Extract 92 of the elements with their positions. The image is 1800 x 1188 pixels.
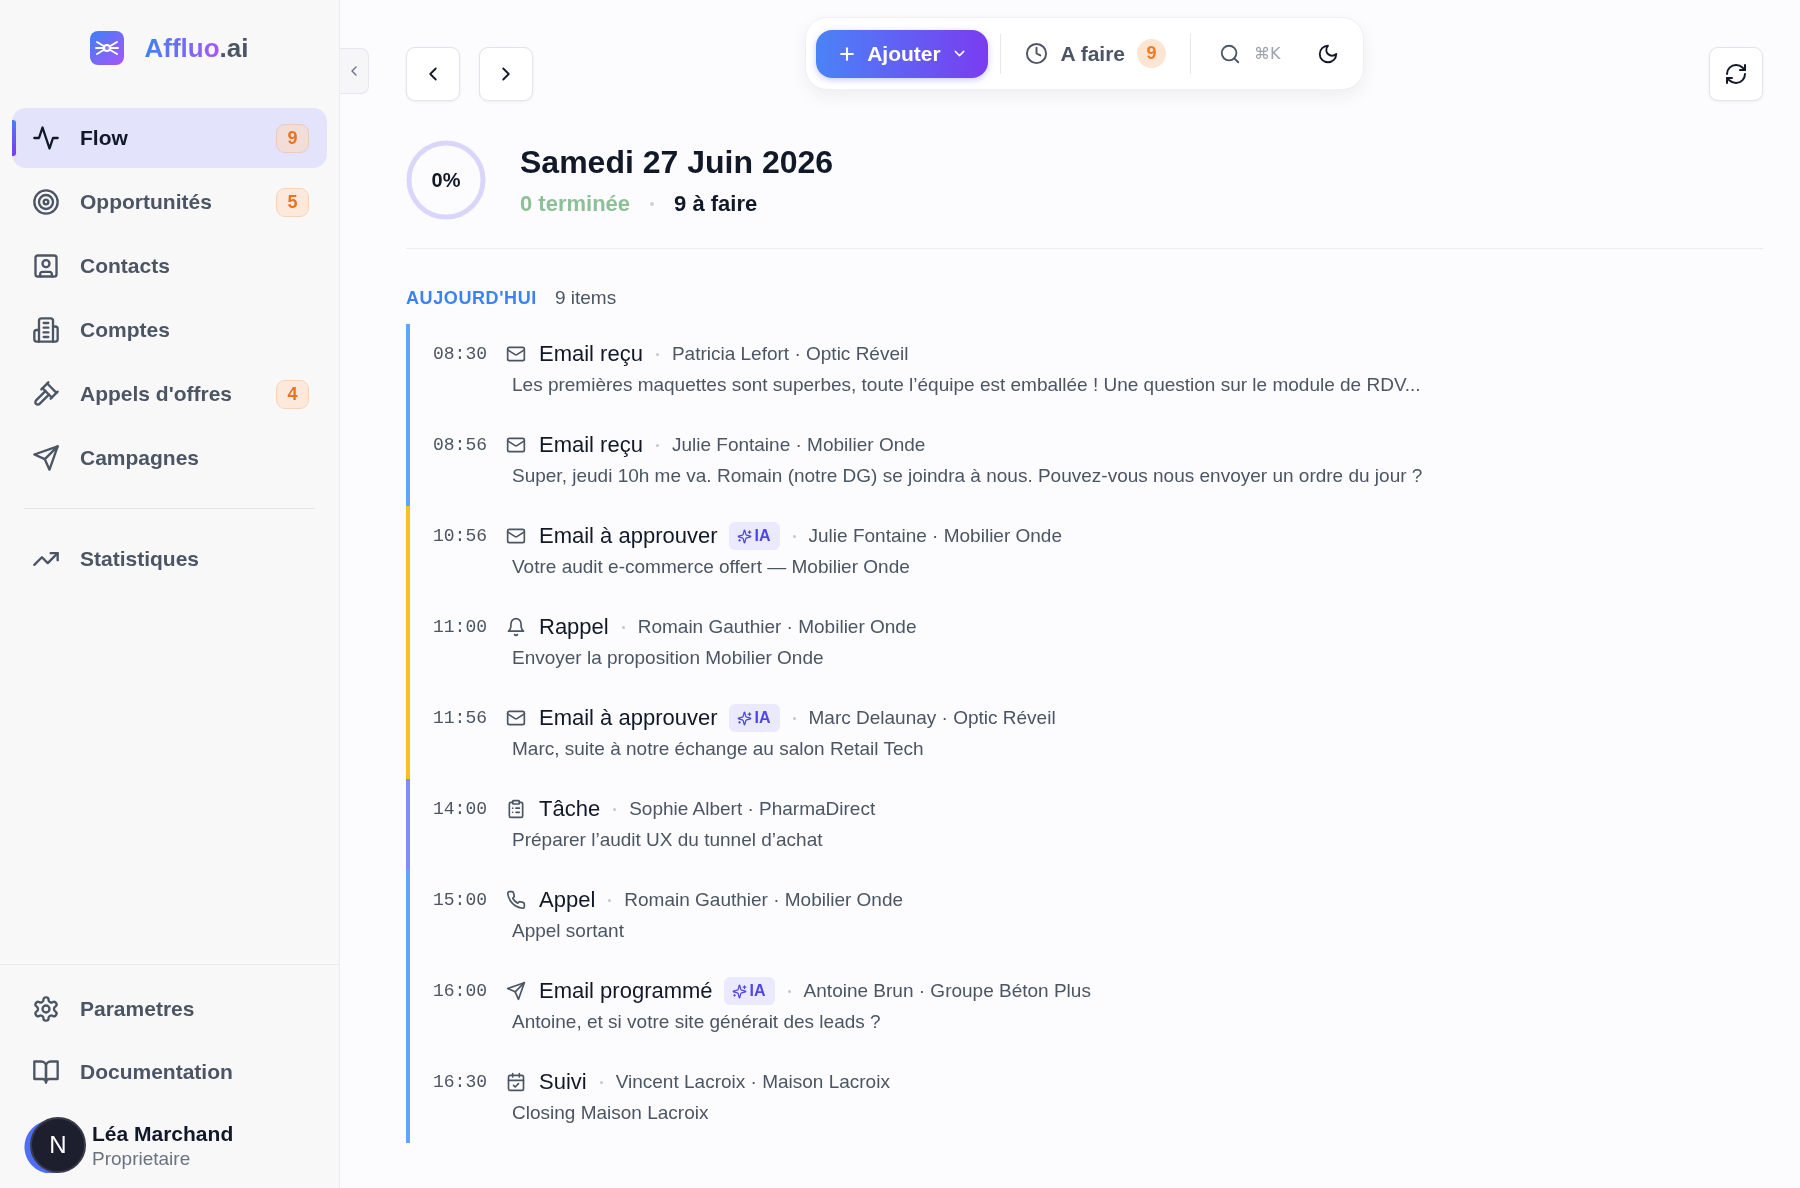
entry-time: 16:00 <box>433 981 488 1001</box>
entry-summary: Super, jeudi 10h me va. Romain (notre DG) se joindra à nous. Pouvez-vous nous envoyer un ordre du jour ? <box>512 464 1423 488</box>
entry-summary: Envoyer la proposition Mobilier Onde <box>512 646 825 670</box>
entry-time: 08:30 <box>433 344 488 364</box>
paper-plane-icon <box>32 444 60 472</box>
nav-item[interactable]: Documentation <box>12 1042 327 1102</box>
settings-icon <box>32 995 60 1023</box>
entry-summary: Préparer l’audit UX du tunnel d’achat <box>512 828 824 852</box>
entry-contact: Julie Fontaine · Mobilier Onde <box>808 525 1062 547</box>
entry-title: Rappel <box>539 614 609 640</box>
logo-icon <box>90 30 125 65</box>
todo-button[interactable]: A faire 9 <box>1013 29 1179 78</box>
user-name: Léa Marchand <box>92 1120 234 1147</box>
nav-item[interactable]: Flow 9 <box>12 108 327 168</box>
entry-title: Suivi <box>539 1069 587 1095</box>
refresh-icon <box>1724 62 1748 86</box>
search-icon <box>1219 42 1242 65</box>
envelope-icon <box>506 526 526 546</box>
entry-title: Email reçu <box>539 432 643 458</box>
entry-summary: Marc, suite à notre échange au salon Retail Tech <box>512 737 925 761</box>
moon-icon <box>1316 42 1339 65</box>
nav-item[interactable]: Statistiques <box>12 529 327 589</box>
entry-contact: Antoine Brun · Groupe Béton Plus <box>803 980 1091 1002</box>
entry-contact: Marc Delaunay · Optic Réveil <box>808 707 1056 729</box>
next-button[interactable] <box>479 47 533 101</box>
sparkle-icon <box>736 710 752 726</box>
ai-label: IA <box>749 982 766 1000</box>
entry-contact: Vincent Lacroix · Maison Lacroix <box>615 1071 890 1093</box>
sparkle-icon <box>731 983 747 999</box>
entry-title: Appel <box>539 887 596 913</box>
clipboard-icon <box>506 799 526 819</box>
todo-count: 9 à faire <box>674 189 758 218</box>
entry-contact: Patricia Lefort · Optic Réveil <box>671 343 909 365</box>
contact-card-icon <box>32 252 60 280</box>
refresh-button[interactable] <box>1709 47 1763 101</box>
date-title: Samedi 27 Juin 2026 <box>520 142 834 182</box>
entry-summary: Appel sortant <box>512 919 625 943</box>
ai-label: IA <box>754 709 771 727</box>
entry-contact: Romain Gauthier · Mobilier Onde <box>624 889 904 911</box>
entry-summary: Votre audit e-commerce offert — Mobilier Onde <box>512 555 911 579</box>
entry-summary: Antoine, et si votre site générait des leads ? <box>512 1010 882 1034</box>
count-badge: 9 <box>1137 39 1167 68</box>
pulse-icon <box>32 124 60 152</box>
entry-title: Email à approuver <box>539 523 718 549</box>
envelope-icon <box>506 708 526 728</box>
add-button[interactable]: Ajouter <box>816 29 989 78</box>
entry-title: Tâche <box>539 796 601 822</box>
sparkle-icon <box>736 528 752 544</box>
nav-item[interactable]: Parametres <box>12 979 327 1039</box>
nav-item[interactable]: Campagnes <box>12 428 327 488</box>
entry-title: Email reçu <box>539 341 643 367</box>
entry-time: 11:00 <box>433 617 488 637</box>
nav-item[interactable]: Opportunités 5 <box>12 172 327 232</box>
entry-summary: Les premières maquettes sont superbes, toute l’équipe est emballée ! Une question sur le module de RDV... <box>512 373 1421 397</box>
entry-time: 14:00 <box>433 799 488 819</box>
ai-label: IA <box>754 527 771 545</box>
envelope-icon <box>506 435 526 455</box>
nav-item[interactable]: Appels d'offres 4 <box>12 364 327 424</box>
entry-time: 10:56 <box>433 526 488 546</box>
avatar: N <box>24 1117 86 1173</box>
entry-time: 16:30 <box>433 1072 488 1092</box>
clock-icon <box>1025 42 1049 65</box>
previous-button[interactable] <box>406 47 460 101</box>
calendar-check-icon <box>506 1072 526 1092</box>
entry-summary: Closing Maison Lacroix <box>512 1101 710 1125</box>
building-icon <box>32 316 60 344</box>
progress-label: 0% <box>431 168 461 192</box>
entry-time: 15:00 <box>433 890 488 910</box>
item-count: 9 items <box>554 286 617 310</box>
envelope-icon <box>506 344 526 364</box>
bell-icon <box>506 617 526 637</box>
nav-item[interactable]: Comptes <box>12 300 327 360</box>
entry-title: Email à approuver <box>539 705 718 731</box>
entry-time: 08:56 <box>433 435 488 455</box>
paper-plane-icon <box>506 981 526 1001</box>
book-icon <box>32 1058 60 1086</box>
done-count: 0 terminée <box>520 189 631 218</box>
collapse-sidebar-button[interactable] <box>340 48 369 94</box>
entry-time: 11:56 <box>433 708 488 728</box>
phone-icon <box>506 890 526 910</box>
count-badge: 5 <box>276 187 309 217</box>
entry-contact: Sophie Albert · PharmaDirect <box>629 798 876 820</box>
user-role: Proprietaire <box>92 1146 192 1171</box>
count-badge: 4 <box>276 379 309 409</box>
section-heading: AUJOURD'HUI <box>406 287 537 310</box>
gavel-icon <box>32 380 60 408</box>
entry-title: Email programmé <box>539 978 713 1004</box>
count-badge: 9 <box>276 123 309 153</box>
entry-contact: Romain Gauthier · Mobilier Onde <box>637 616 917 638</box>
nav-item[interactable]: Contacts <box>12 236 327 296</box>
entry-contact: Julie Fontaine · Mobilier Onde <box>671 434 926 456</box>
target-icon <box>32 188 60 216</box>
